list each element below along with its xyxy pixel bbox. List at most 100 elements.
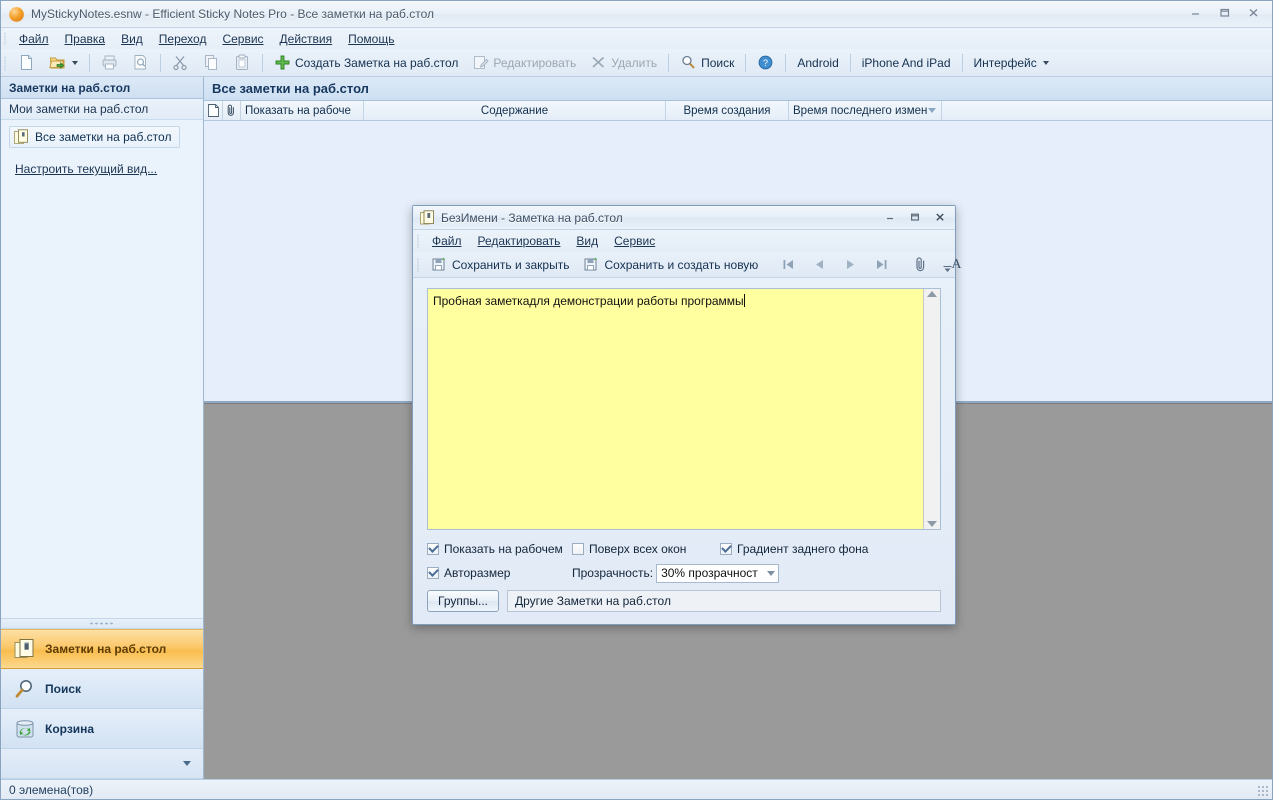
checkbox-show-on-desktop[interactable]: Показать на рабочем xyxy=(427,542,572,556)
new-document-icon xyxy=(21,55,32,70)
document-icon xyxy=(207,104,219,117)
open-dropdown-caret[interactable] xyxy=(72,60,78,65)
sidebar-nav-overflow[interactable] xyxy=(1,749,203,779)
toolbar-separator xyxy=(961,53,963,72)
checkbox-autosize-label: Авторазмер xyxy=(444,566,511,580)
scroll-up-arrow-icon[interactable] xyxy=(927,291,937,297)
sidebar-tree-node-label: Все заметки на раб.стол xyxy=(35,130,172,144)
iphone-ipad-label: iPhone And iPad xyxy=(861,55,951,70)
delete-note-button[interactable]: Удалить xyxy=(584,52,663,74)
groups-value-field[interactable]: Другие Заметки на раб.стол xyxy=(507,590,941,612)
menu-service[interactable]: Сервис xyxy=(214,30,271,48)
close-button[interactable] xyxy=(1239,3,1268,22)
sidebar-item-search[interactable]: Поиск xyxy=(1,669,203,709)
column-header-modified-time[interactable]: Время последнего измен xyxy=(789,101,942,120)
menu-file[interactable]: Файл xyxy=(11,30,57,48)
sticky-note-icon xyxy=(420,210,434,225)
note-dialog-maximize-button[interactable] xyxy=(902,208,927,226)
first-record-button[interactable] xyxy=(774,254,803,276)
note-menu-view[interactable]: Вид xyxy=(568,232,606,250)
checkbox-autosize[interactable]: Авторазмер xyxy=(427,566,572,580)
sidebar-tree: Все заметки на раб.стол Настроить текущи… xyxy=(1,120,203,618)
toolbar-separator xyxy=(785,53,787,72)
menu-help[interactable]: Помощь xyxy=(340,30,402,48)
column-header-document[interactable] xyxy=(204,101,223,120)
iphone-ipad-button[interactable]: iPhone And iPad xyxy=(856,52,957,74)
note-dialog-close-button[interactable] xyxy=(927,208,952,226)
sidebar-item-notes[interactable]: Заметки на раб.стол xyxy=(1,629,203,669)
menu-edit[interactable]: Правка xyxy=(57,30,114,48)
column-header-attachment[interactable] xyxy=(223,101,241,120)
save-and-close-label: Сохранить и закрыть xyxy=(452,257,570,272)
resize-grip-icon[interactable] xyxy=(1257,785,1269,797)
main-toolbar: Создать Заметка на раб.стол Редактироват… xyxy=(1,49,1272,77)
menu-view[interactable]: Вид xyxy=(113,30,151,48)
sidebar-item-search-label: Поиск xyxy=(45,681,82,696)
column-header-show-on-desktop[interactable]: Показать на рабоче xyxy=(241,101,364,120)
minimize-button[interactable] xyxy=(1181,3,1210,22)
transparency-dropdown[interactable]: 30% прозрачност xyxy=(656,563,780,583)
checkbox-background-gradient-box[interactable] xyxy=(720,543,732,555)
new-button[interactable] xyxy=(12,52,41,74)
sidebar-item-recycle-bin[interactable]: Корзина xyxy=(1,709,203,749)
note-menu-service[interactable]: Сервис xyxy=(606,232,663,250)
sidebar-nav-list: Заметки на раб.стол Поиск Корзина xyxy=(1,629,203,779)
note-dialog-toolbar: Сохранить и закрыть Сохранить и создать … xyxy=(413,252,961,278)
print-button[interactable] xyxy=(95,52,124,74)
previous-record-button[interactable] xyxy=(805,254,834,276)
note-menu-view-label: Вид xyxy=(576,234,599,248)
next-record-icon xyxy=(847,260,855,269)
menu-actions[interactable]: Действия xyxy=(272,30,341,48)
search-icon xyxy=(682,55,695,69)
checkbox-show-on-desktop-label: Показать на рабочем xyxy=(444,542,563,556)
menu-goto-label: Переход xyxy=(158,31,207,46)
search-label: Поиск xyxy=(701,55,735,70)
interface-button[interactable]: Интерфейс xyxy=(968,52,1055,74)
save-and-close-button[interactable]: Сохранить и закрыть xyxy=(425,254,575,276)
sidebar-splitter-grip[interactable] xyxy=(1,618,203,629)
paste-button[interactable] xyxy=(228,52,257,74)
menu-actions-label: Действия xyxy=(279,31,333,46)
help-button[interactable]: ? xyxy=(751,52,780,74)
create-note-button[interactable]: Создать Заметка на раб.стол xyxy=(268,52,464,74)
sidebar-subheader: Мои заметки на раб.стол xyxy=(1,99,203,120)
paperclip-icon xyxy=(916,257,925,272)
column-header-created-time[interactable]: Время создания xyxy=(666,101,789,120)
android-button[interactable]: Android xyxy=(791,52,844,74)
delete-note-label: Удалить xyxy=(611,55,658,70)
menu-goto[interactable]: Переход xyxy=(151,30,215,48)
edit-note-button[interactable]: Редактировать xyxy=(466,52,582,74)
paste-icon xyxy=(236,54,248,70)
checkbox-show-on-desktop-box[interactable] xyxy=(427,543,439,555)
search-button[interactable]: Поиск xyxy=(674,52,740,74)
toolbar-overflow-button[interactable] xyxy=(942,256,953,274)
scroll-down-arrow-icon[interactable] xyxy=(927,521,937,527)
column-header-content[interactable]: Содержание xyxy=(364,101,666,120)
note-editor-wrapper: Пробная заметкадля демонстрации работы п… xyxy=(427,288,941,530)
open-button[interactable] xyxy=(43,52,84,74)
attach-file-button[interactable] xyxy=(906,254,935,276)
note-menu-edit[interactable]: Редактировать xyxy=(470,232,569,250)
interface-dropdown-caret[interactable] xyxy=(1042,60,1049,65)
customize-view-link[interactable]: Настроить текущий вид... xyxy=(15,162,203,176)
note-editor-scrollbar[interactable] xyxy=(923,289,940,529)
groups-button[interactable]: Группы... xyxy=(427,590,499,612)
last-record-button[interactable] xyxy=(867,254,896,276)
first-record-icon xyxy=(783,260,794,269)
note-text-editor[interactable]: Пробная заметкадля демонстрации работы п… xyxy=(428,289,923,529)
note-menu-file-label: Файл xyxy=(432,234,462,248)
next-record-button[interactable] xyxy=(836,254,865,276)
cut-button[interactable] xyxy=(166,52,195,74)
checkbox-always-on-top-box[interactable] xyxy=(572,543,584,555)
checkbox-always-on-top[interactable]: Поверх всех окон xyxy=(572,542,720,556)
save-and-create-new-button[interactable]: Сохранить и создать новую xyxy=(577,254,764,276)
note-dialog-window-controls xyxy=(877,208,952,226)
copy-button[interactable] xyxy=(197,52,226,74)
checkbox-autosize-box[interactable] xyxy=(427,567,439,579)
checkbox-background-gradient[interactable]: Градиент заднего фона xyxy=(720,542,868,556)
note-dialog-minimize-button[interactable] xyxy=(877,208,902,226)
maximize-button[interactable] xyxy=(1210,3,1239,22)
sidebar-tree-node-all-notes[interactable]: Все заметки на раб.стол xyxy=(9,126,181,148)
note-menu-file[interactable]: Файл xyxy=(424,232,470,250)
print-preview-button[interactable] xyxy=(126,52,155,74)
